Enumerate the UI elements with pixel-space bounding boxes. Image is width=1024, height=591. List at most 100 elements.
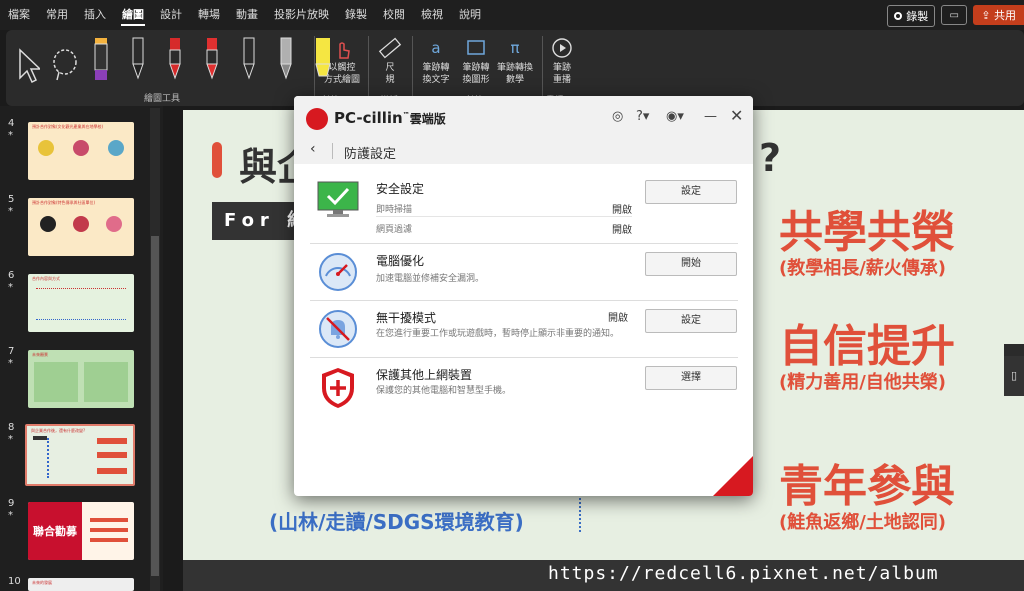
account-icon[interactable]: ◉▾ bbox=[666, 109, 684, 124]
mute-mode-title: 無干擾模式 bbox=[376, 311, 437, 325]
brand-name: PC-cillin™雲端版 bbox=[334, 109, 446, 127]
web-filter-status: 開啟 bbox=[612, 225, 632, 236]
tab-home[interactable]: 常用 bbox=[38, 0, 76, 30]
tab-design[interactable]: 設計 bbox=[152, 0, 190, 30]
slide-item-3-title: 青年參與 bbox=[779, 461, 955, 512]
ruler-button[interactable]: 尺 規 bbox=[374, 36, 406, 86]
ink-to-text-label: 筆跡轉 換文字 bbox=[422, 63, 450, 85]
mute-bell-icon bbox=[318, 309, 358, 353]
mute-mode-status: 開啟 bbox=[608, 313, 628, 324]
protect-devices-select-button[interactable]: 選擇 bbox=[645, 366, 737, 390]
bookmark-button[interactable]: ▯ bbox=[1004, 356, 1024, 396]
tab-review[interactable]: 校閱 bbox=[375, 0, 413, 30]
tab-slideshow[interactable]: 投影片放映 bbox=[266, 0, 337, 30]
slide-item-3-sub: (鮭魚返鄉/土地認同) bbox=[779, 512, 947, 533]
record-icon bbox=[894, 12, 903, 20]
shield-plus-icon bbox=[318, 366, 358, 414]
slide-number-4: 4 * bbox=[8, 118, 15, 141]
touch-draw-button[interactable]: 以觸控 方式繪圖 bbox=[320, 36, 364, 86]
share-button[interactable]: ⇪ 共用 bbox=[973, 5, 1024, 25]
tab-draw[interactable]: 繪圖 bbox=[114, 0, 152, 30]
slide-number-6: 6 * bbox=[8, 270, 15, 293]
tab-transitions[interactable]: 轉場 bbox=[190, 0, 228, 30]
pc-cillin-dialog: PC-cillin™雲端版 ◎ ?▾ ◉▾ — ✕ ‹ 防護設定 安全設定 即時… bbox=[294, 96, 753, 496]
ink-to-math-label: 筆跡轉換 數學 bbox=[496, 63, 533, 85]
comment-icon: ▭ bbox=[949, 9, 959, 21]
security-settings-title: 安全設定 bbox=[376, 182, 425, 196]
ribbon-separator bbox=[314, 36, 315, 98]
ink-to-shape-icon bbox=[464, 36, 488, 60]
ruler-label: 尺 規 bbox=[385, 63, 395, 85]
ink-to-math-button[interactable]: π 筆跡轉換 數學 bbox=[492, 36, 538, 86]
thumbnail-scrollbar[interactable] bbox=[150, 108, 160, 591]
ink-replay-button[interactable]: 筆跡 重播 bbox=[546, 36, 578, 86]
help-icon[interactable]: ?▾ bbox=[636, 109, 649, 124]
ink-to-shape-button[interactable]: 筆跡轉 換圖形 bbox=[456, 36, 496, 86]
comments-button[interactable]: ▭ bbox=[941, 5, 968, 25]
tab-file[interactable]: 檔案 bbox=[0, 0, 38, 30]
menu-bar: 檔案 常用 插入 繪圖 設計 轉場 動畫 投影片放映 錄製 校閱 檢視 說明 錄… bbox=[0, 0, 1024, 30]
thumbnail-title: 未來願景 bbox=[32, 352, 48, 357]
touch-draw-label: 以觸控 方式繪圖 bbox=[323, 63, 360, 85]
slide-thumbnail-4[interactable]: 預計合作對象(文化觀光產業與在地學校) bbox=[28, 122, 134, 180]
pc-optimize-title: 電腦優化 bbox=[376, 254, 425, 268]
ink-to-shape-label: 筆跡轉 換圖形 bbox=[462, 63, 490, 85]
close-icon[interactable]: ✕ bbox=[730, 106, 743, 125]
slide-number-7: 7 * bbox=[8, 346, 15, 369]
minimize-icon[interactable]: — bbox=[704, 109, 717, 124]
slide-item-2-sub: (精力善用/自他共榮) bbox=[779, 372, 947, 393]
share-label: 共用 bbox=[994, 9, 1016, 22]
ribbon-separator bbox=[368, 36, 369, 98]
slide-number-9: 9 * bbox=[8, 498, 15, 521]
ribbon: 繪圖工具 以觸控 方式繪圖 尺 規 a 筆跡轉 換文字 筆跡轉 換圖形 π 筆跡… bbox=[6, 30, 1024, 106]
monitor-check-icon bbox=[316, 180, 360, 224]
share-icon: ⇪ bbox=[981, 9, 994, 22]
pen-black2-icon[interactable] bbox=[236, 36, 262, 98]
title-accent-bar bbox=[212, 142, 222, 178]
slide-thumbnail-7[interactable]: 未來願景 bbox=[28, 350, 134, 408]
drawing-tools-group-label: 繪圖工具 bbox=[144, 94, 181, 104]
slide-number-10: 10 bbox=[8, 576, 21, 587]
tab-view[interactable]: 檢視 bbox=[413, 0, 451, 30]
thumbnail-title: 合作內容與方式 bbox=[32, 276, 60, 281]
slide-item-1-title: 共學共榮 bbox=[779, 207, 955, 258]
tips-icon[interactable]: ◎ bbox=[612, 109, 623, 124]
slide-thumbnail-5[interactable]: 預計合作對象(特色傳承與社區單位) bbox=[28, 198, 134, 256]
security-settings-button[interactable]: 設定 bbox=[645, 180, 737, 204]
highlighter-purple-icon[interactable] bbox=[88, 36, 114, 98]
pc-optimize-desc: 加速電腦並修補安全漏洞。 bbox=[376, 274, 485, 284]
slide-thumbnail-8[interactable]: 與企業合作後，還有什麼改變? bbox=[25, 424, 135, 486]
ink-to-text-icon: a bbox=[431, 39, 441, 57]
pc-optimize-start-button[interactable]: 開始 bbox=[645, 252, 737, 276]
web-filter-label: 網頁過濾 bbox=[376, 225, 413, 235]
pen-red2-icon[interactable] bbox=[199, 36, 225, 98]
replay-icon bbox=[550, 36, 574, 60]
security-settings-row: 安全設定 即時掃描 開啟 網頁過濾 開啟 設定 bbox=[310, 172, 738, 244]
ink-to-text-button[interactable]: a 筆跡轉 換文字 bbox=[416, 36, 456, 86]
slide-left-sub: (山林/走讀/SDGS環境教育) bbox=[269, 510, 524, 534]
bookmark-icon: ▯ bbox=[1010, 369, 1018, 382]
header-divider bbox=[332, 143, 333, 159]
pen-black-icon[interactable] bbox=[125, 36, 151, 98]
scrollbar-thumb[interactable] bbox=[151, 236, 159, 576]
brand-corner-accent bbox=[713, 456, 753, 496]
ruler-icon bbox=[378, 36, 402, 60]
select-cursor-icon[interactable] bbox=[14, 36, 42, 98]
slide-thumbnail-9[interactable]: 聯合勸募 bbox=[28, 502, 134, 560]
tab-help[interactable]: 說明 bbox=[451, 0, 489, 30]
pencil-gray-icon[interactable] bbox=[273, 36, 299, 98]
pen-red-icon[interactable] bbox=[162, 36, 188, 98]
tab-animations[interactable]: 動畫 bbox=[228, 0, 266, 30]
mute-mode-settings-button[interactable]: 設定 bbox=[645, 309, 737, 333]
lasso-select-icon[interactable] bbox=[51, 36, 77, 98]
protect-devices-row: 保護其他上網裝置 保護您的其他電腦和智慧型手機。 選擇 bbox=[310, 358, 738, 414]
thumbnail-title: 未來的發展 bbox=[32, 580, 52, 585]
record-button[interactable]: 錄製 bbox=[887, 5, 936, 27]
slide-thumbnail-6[interactable]: 合作內容與方式 bbox=[28, 274, 134, 332]
tab-insert[interactable]: 插入 bbox=[76, 0, 114, 30]
slide-thumbnail-10[interactable]: 未來的發展 bbox=[28, 578, 134, 591]
slide-number-8: 8 * bbox=[8, 422, 15, 445]
ribbon-separator bbox=[412, 36, 413, 98]
tab-record[interactable]: 錄製 bbox=[337, 0, 375, 30]
back-arrow-icon[interactable]: ‹ bbox=[310, 141, 316, 157]
